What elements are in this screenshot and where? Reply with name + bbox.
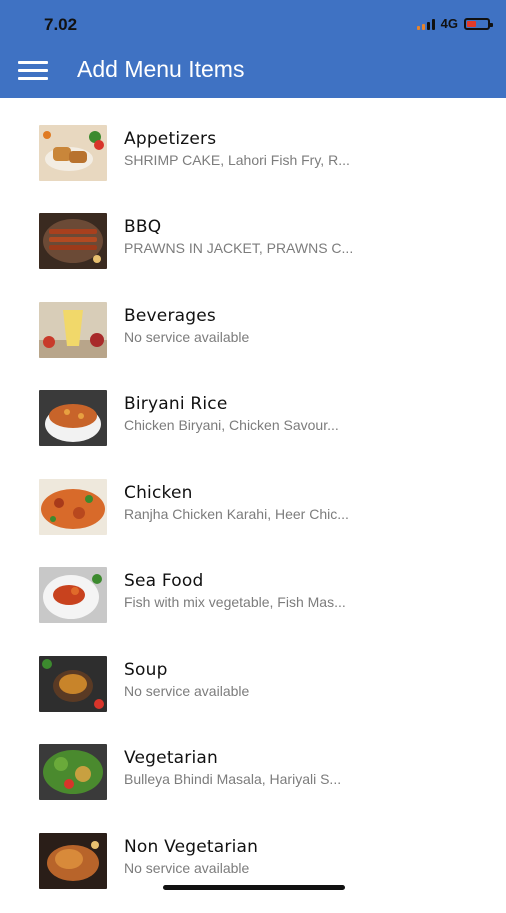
item-name: Vegetarian [124, 748, 219, 768]
seafood-image [39, 567, 107, 623]
home-indicator[interactable] [163, 885, 345, 890]
biryani-image [39, 390, 107, 446]
app-header: 7.02 4G Add Menu Items [0, 0, 506, 98]
appetizers-image [39, 125, 107, 181]
page-title: Add Menu Items [77, 56, 245, 82]
item-description: Chicken Biryani, Chicken Savour... [124, 417, 339, 433]
hamburger-menu-icon[interactable] [18, 58, 48, 80]
item-description: No service available [124, 860, 250, 876]
signal-icon [416, 18, 435, 30]
soup-image [39, 656, 107, 712]
item-description: Ranjha Chicken Karahi, Heer Chic... [124, 506, 349, 522]
list-item-appetizers[interactable]: Appetizers SHRIMP CAKE, Lahori Fish Fry,… [0, 125, 506, 205]
list-item-bbq[interactable]: BBQ PRAWNS IN JACKET, PRAWNS C... [0, 213, 506, 293]
item-description: No service available [124, 329, 250, 345]
status-time: 7.02 [44, 15, 78, 34]
network-label: 4G [440, 16, 458, 31]
item-description: SHRIMP CAKE, Lahori Fish Fry, R... [124, 152, 350, 168]
item-name: Chicken [124, 483, 193, 503]
list-item-non-vegetarian[interactable]: Non Vegetarian No service available [0, 833, 506, 913]
item-description: Fish with mix vegetable, Fish Mas... [124, 594, 346, 610]
list-item-chicken[interactable]: Chicken Ranjha Chicken Karahi, Heer Chic… [0, 479, 506, 559]
item-name: BBQ [124, 217, 162, 237]
bbq-image [39, 213, 107, 269]
item-name: Sea Food [124, 571, 204, 591]
list-item-soup[interactable]: Soup No service available [0, 656, 506, 736]
battery-icon [464, 17, 493, 30]
chicken-image [39, 479, 107, 535]
item-description: Bulleya Bhindi Masala, Hariyali S... [124, 771, 342, 787]
non-vegetarian-image [39, 833, 107, 889]
beverages-image [39, 302, 107, 358]
vegetarian-image [39, 744, 107, 800]
item-name: Biryani Rice [124, 394, 228, 414]
item-name: Beverages [124, 306, 216, 326]
item-description: PRAWNS IN JACKET, PRAWNS C... [124, 240, 354, 256]
item-name: Non Vegetarian [124, 837, 259, 857]
status-indicators: 4G [416, 16, 493, 31]
list-item-biryani-rice[interactable]: Biryani Rice Chicken Biryani, Chicken Sa… [0, 390, 506, 470]
item-name: Appetizers [124, 129, 217, 149]
list-item-vegetarian[interactable]: Vegetarian Bulleya Bhindi Masala, Hariya… [0, 744, 506, 824]
list-item-beverages[interactable]: Beverages No service available [0, 302, 506, 382]
item-name: Soup [124, 660, 168, 680]
item-description: No service available [124, 683, 250, 699]
list-item-sea-food[interactable]: Sea Food Fish with mix vegetable, Fish M… [0, 567, 506, 647]
